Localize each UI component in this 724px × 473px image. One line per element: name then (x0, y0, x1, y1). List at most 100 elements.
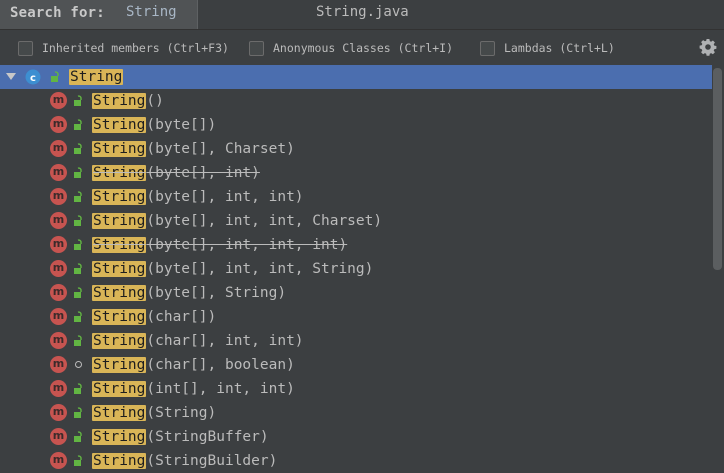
tree-row-method[interactable]: m String(char[], int, int) (0, 329, 712, 353)
method-icon: m (50, 188, 67, 205)
public-lock-icon (74, 407, 82, 418)
tree-root-label: String (69, 67, 124, 87)
tree-row-method[interactable]: m String(StringBuilder) (0, 449, 712, 473)
tree-row-method[interactable]: m String(byte[]) (0, 113, 712, 137)
tree-row-method[interactable]: m String(byte[], String) (0, 281, 712, 305)
method-signature: String(byte[], int) (92, 163, 260, 183)
tree-root-row[interactable]: c String (0, 65, 712, 89)
search-field[interactable]: Search for: String (0, 0, 198, 29)
tree-row-method[interactable]: m String(int[], int, int) (0, 377, 712, 401)
method-params: () (146, 93, 164, 109)
checkbox-box[interactable] (18, 40, 33, 56)
public-lock-icon (74, 239, 82, 250)
tree-row-method[interactable]: m String(byte[], int, int, Charset) (0, 209, 712, 233)
search-match-highlight: String (92, 165, 147, 181)
method-params: (byte[], int, int, Charset) (146, 213, 383, 229)
method-signature: String(byte[], Charset) (92, 139, 295, 159)
public-lock-icon (51, 71, 59, 82)
search-match-highlight: String (92, 453, 147, 469)
scrollbar-thumb[interactable] (713, 68, 722, 270)
method-params: (byte[], String) (146, 285, 287, 301)
lambdas-checkbox[interactable]: Lambdas (Ctrl+L) (480, 39, 615, 57)
search-match-highlight: String (92, 213, 147, 229)
method-signature: String(StringBuilder) (92, 451, 277, 471)
method-params: (char[], int, int) (146, 333, 304, 349)
method-icon: m (50, 380, 67, 397)
tree-row-method[interactable]: m String(String) (0, 401, 712, 425)
tree-row-method[interactable]: m String(byte[], Charset) (0, 137, 712, 161)
public-lock-icon (74, 143, 82, 154)
expand-triangle-icon[interactable] (5, 70, 17, 82)
method-signature: String(byte[], int, int, String) (92, 259, 373, 279)
method-icon: m (50, 284, 67, 301)
method-params: (byte[], int, int, int) (146, 237, 348, 253)
method-params: (char[]) (146, 309, 217, 325)
tree-row-method[interactable]: m String(StringBuffer) (0, 425, 712, 449)
method-params: (byte[], Charset) (146, 141, 295, 157)
method-icon: m (50, 308, 67, 325)
method-icon: m (50, 164, 67, 181)
method-params: (String) (146, 405, 217, 421)
method-signature: String(char[], boolean) (92, 355, 295, 375)
method-icon: m (50, 332, 67, 349)
method-params: (byte[]) (146, 117, 217, 133)
method-signature: String(byte[], int, int, int) (92, 235, 347, 255)
search-match-highlight: String (92, 261, 147, 277)
checkbox-box[interactable] (480, 40, 495, 56)
gear-icon[interactable] (699, 38, 717, 56)
file-title: String.java (316, 4, 409, 20)
method-signature: String() (92, 91, 164, 111)
tree-row-method[interactable]: m String(byte[], int, int, int) (0, 233, 712, 257)
method-icon: m (50, 140, 67, 157)
public-lock-icon (74, 287, 82, 298)
method-signature: String(int[], int, int) (92, 379, 295, 399)
inherited-members-label: Inherited members (Ctrl+F3) (42, 41, 229, 55)
tree-row-method[interactable]: m String(byte[], int, int, String) (0, 257, 712, 281)
anonymous-classes-label: Anonymous Classes (Ctrl+I) (273, 41, 454, 55)
method-icon: m (50, 212, 67, 229)
class-icon: c (25, 69, 41, 85)
tree-row-method[interactable]: m String() (0, 89, 712, 113)
tree-row-method[interactable]: m String(byte[], int) (0, 161, 712, 185)
method-icon: m (50, 260, 67, 277)
public-lock-icon (74, 455, 82, 466)
method-icon: m (50, 428, 67, 445)
structure-tree[interactable]: c String m String() m String(byte[]) m String… (0, 65, 712, 473)
inherited-members-checkbox[interactable]: Inherited members (Ctrl+F3) (18, 39, 229, 57)
search-query[interactable]: String (126, 4, 177, 20)
checkbox-box[interactable] (249, 40, 264, 56)
method-params: (byte[], int, int) (146, 189, 304, 205)
search-match-highlight: String (92, 381, 147, 397)
method-icon: m (50, 236, 67, 253)
method-signature: String(char[]) (92, 307, 216, 327)
search-match-highlight: String (92, 405, 147, 421)
search-match-highlight: String (92, 285, 147, 301)
tree-row-method[interactable]: m String(char[], boolean) (0, 353, 712, 377)
method-params: (int[], int, int) (146, 381, 295, 397)
search-match-highlight: String (92, 93, 147, 109)
method-params: (byte[], int, int, String) (146, 261, 374, 277)
method-signature: String(StringBuffer) (92, 427, 269, 447)
method-params: (char[], boolean) (146, 357, 295, 373)
tree-row-method[interactable]: m String(byte[], int, int) (0, 185, 712, 209)
public-lock-icon (74, 167, 82, 178)
search-label: Search for: (10, 5, 105, 21)
public-lock-icon (74, 215, 82, 226)
method-signature: String(byte[]) (92, 115, 216, 135)
lambdas-label: Lambdas (Ctrl+L) (504, 41, 615, 55)
search-match-highlight: String (92, 429, 147, 445)
method-params: (byte[], int) (146, 165, 260, 181)
tree-row-method[interactable]: m String(char[]) (0, 305, 712, 329)
method-signature: String(byte[], String) (92, 283, 286, 303)
filter-bar: Inherited members (Ctrl+F3) Anonymous Cl… (0, 29, 724, 66)
search-match-highlight: String (92, 357, 147, 373)
method-signature: String(char[], int, int) (92, 331, 304, 351)
search-match-highlight: String (92, 141, 147, 157)
search-match-highlight: String (92, 333, 147, 349)
public-lock-icon (74, 335, 82, 346)
method-signature: String(String) (92, 403, 216, 423)
search-match-highlight: String (92, 189, 147, 205)
method-icon: m (50, 356, 67, 373)
search-match-highlight: String (69, 69, 124, 85)
anonymous-classes-checkbox[interactable]: Anonymous Classes (Ctrl+I) (249, 39, 453, 57)
